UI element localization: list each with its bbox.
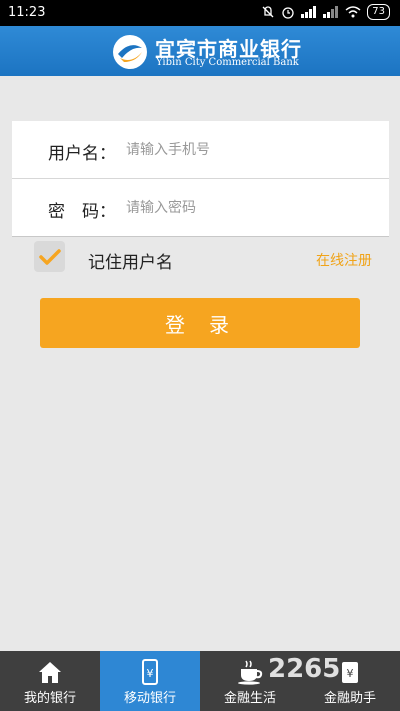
tab-label: 我的银行: [23, 691, 76, 706]
tab-mobile-banking[interactable]: ¥ 移动银行: [100, 651, 200, 711]
status-icons: 73: [261, 4, 390, 20]
password-row: 密 码：: [12, 179, 389, 237]
status-bar: 11:23 73: [0, 0, 400, 26]
status-time: 11:23: [8, 5, 46, 20]
password-input[interactable]: [124, 193, 378, 223]
tab-my-bank[interactable]: 我的银行: [0, 651, 100, 711]
tab-label: 金融生活: [223, 691, 276, 706]
mute-icon: [262, 6, 274, 18]
tab-label: 移动银行: [123, 691, 176, 706]
login-form: 用户名： 密 码：: [12, 121, 389, 237]
username-row: 用户名：: [12, 121, 389, 179]
mobile-banking-icon: ¥: [142, 659, 158, 685]
username-label: 用户名：: [48, 144, 116, 164]
svg-text:¥: ¥: [347, 667, 354, 680]
home-icon: [39, 662, 61, 683]
app-header: 宜宾市商业银行 Yibin City Commercial Bank: [0, 26, 400, 76]
checkmark-icon: [38, 248, 61, 265]
password-label: 密 码：: [48, 202, 116, 222]
watermark: 2265: [268, 654, 341, 684]
remember-username-checkbox[interactable]: [34, 241, 65, 272]
signal-icon: [301, 6, 317, 18]
remember-username-label[interactable]: 记住用户名: [88, 248, 173, 273]
alarm-icon: [282, 7, 294, 19]
bank-name-english: Yibin City Commercial Bank: [156, 57, 299, 68]
battery-indicator: 73: [367, 4, 390, 20]
svg-text:¥: ¥: [147, 667, 154, 680]
wifi-icon: [345, 6, 361, 18]
tab-label: 金融助手: [323, 691, 376, 706]
username-input[interactable]: [124, 135, 378, 165]
bank-logo: [113, 35, 147, 69]
login-button[interactable]: 登录: [40, 298, 360, 348]
coffee-cup-icon: [238, 660, 263, 685]
register-online-link[interactable]: 在线注册: [316, 250, 372, 270]
signal-icon-2: [323, 6, 339, 18]
